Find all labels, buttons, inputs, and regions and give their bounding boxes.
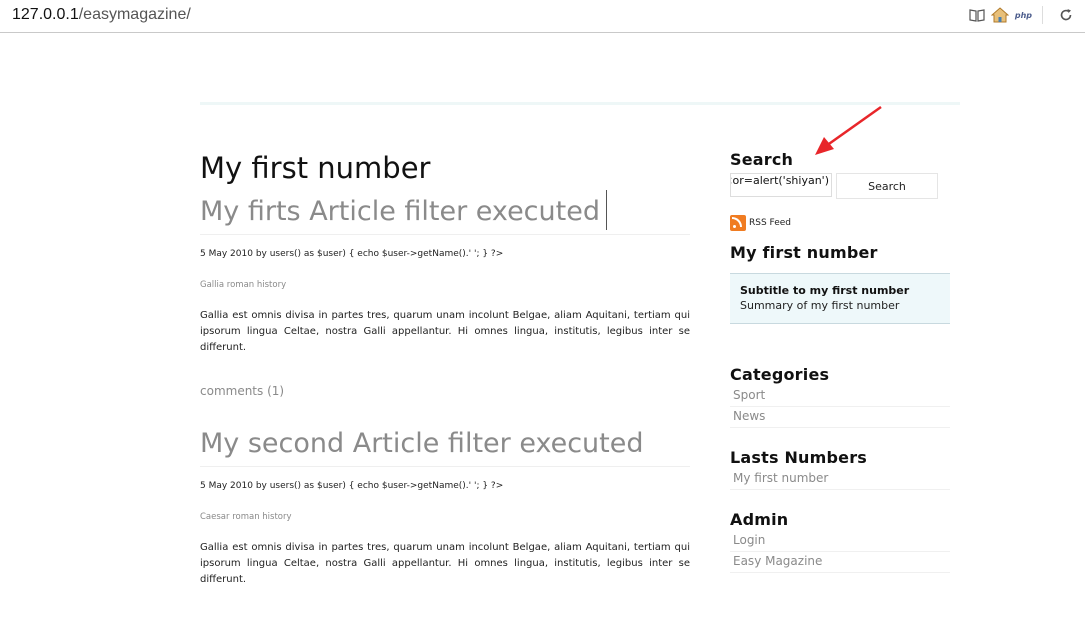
- number-subtitle[interactable]: Subtitle to my first number: [740, 284, 940, 297]
- number-summary: Summary of my first number: [740, 299, 900, 312]
- text-cursor: [605, 190, 607, 230]
- article-title[interactable]: My firts Article filter executed: [200, 190, 690, 235]
- url-path: /easymagazine/: [78, 6, 191, 23]
- annotation-arrow-icon: [815, 105, 882, 155]
- reload-icon[interactable]: [1059, 6, 1073, 24]
- rss-feed-link[interactable]: RSS Feed: [730, 215, 950, 231]
- search-form: or=alert('shiyan')> Search: [730, 173, 950, 199]
- admin-heading: Admin: [730, 510, 789, 529]
- article-category[interactable]: Caesar roman history: [200, 512, 690, 522]
- category-item-sport[interactable]: Sport: [730, 386, 950, 407]
- toolbar-divider: [1042, 6, 1043, 24]
- reader-icon[interactable]: [969, 6, 985, 24]
- admin-list: Login Easy Magazine: [730, 531, 950, 573]
- lasts-numbers-heading: Lasts Numbers: [730, 448, 868, 467]
- article-meta: 5 May 2010 by users() as $user) { echo $…: [200, 481, 504, 491]
- article: My second Article filter executed 5 May …: [200, 424, 690, 588]
- article-title[interactable]: My second Article filter executed: [200, 424, 690, 467]
- home-icon[interactable]: [990, 6, 1009, 24]
- rss-label: RSS Feed: [749, 218, 792, 228]
- lasts-numbers-list: My first number: [730, 469, 950, 490]
- browser-toolbar: 127.0.0.1/easymagazine/ php: [0, 0, 1085, 33]
- main-content: My first number My firts Article filter …: [200, 150, 690, 588]
- categories-list: Sport News: [730, 386, 950, 428]
- search-button[interactable]: Search: [836, 173, 938, 199]
- rss-icon: [730, 215, 746, 231]
- php-icon[interactable]: php: [1015, 6, 1032, 24]
- category-item-news[interactable]: News: [730, 407, 950, 428]
- sidebar: Search or=alert('shiyan')> Search RSS Fe…: [730, 150, 950, 573]
- number-summary-box: Subtitle to my first number Summary of m…: [730, 273, 950, 324]
- number-heading: My first number: [730, 243, 878, 262]
- url-host: 127.0.0.1: [12, 6, 79, 23]
- admin-easy-magazine-link[interactable]: Easy Magazine: [730, 552, 950, 573]
- article: My firts Article filter executed 5 May 2…: [200, 190, 690, 398]
- address-bar[interactable]: 127.0.0.1/easymagazine/: [12, 6, 191, 24]
- comments-link[interactable]: comments (1): [200, 384, 690, 398]
- number-item[interactable]: My first number: [730, 469, 950, 490]
- article-body: Gallia est omnis divisa in partes tres, …: [200, 310, 690, 353]
- article-meta: 5 May 2010 by users() as $user) { echo $…: [200, 249, 504, 259]
- categories-heading: Categories: [730, 365, 830, 384]
- page-title: My first number: [200, 151, 431, 185]
- article-category[interactable]: Gallia roman history: [200, 280, 690, 290]
- article-title-text: My firts Article filter executed: [200, 196, 600, 227]
- search-input[interactable]: or=alert('shiyan')>: [730, 173, 832, 197]
- article-body: Gallia est omnis divisa in partes tres, …: [200, 542, 690, 585]
- search-input-value: or=alert('shiyan')>: [731, 174, 829, 187]
- admin-login-link[interactable]: Login: [730, 531, 950, 552]
- toolbar-icons: php: [963, 6, 1073, 24]
